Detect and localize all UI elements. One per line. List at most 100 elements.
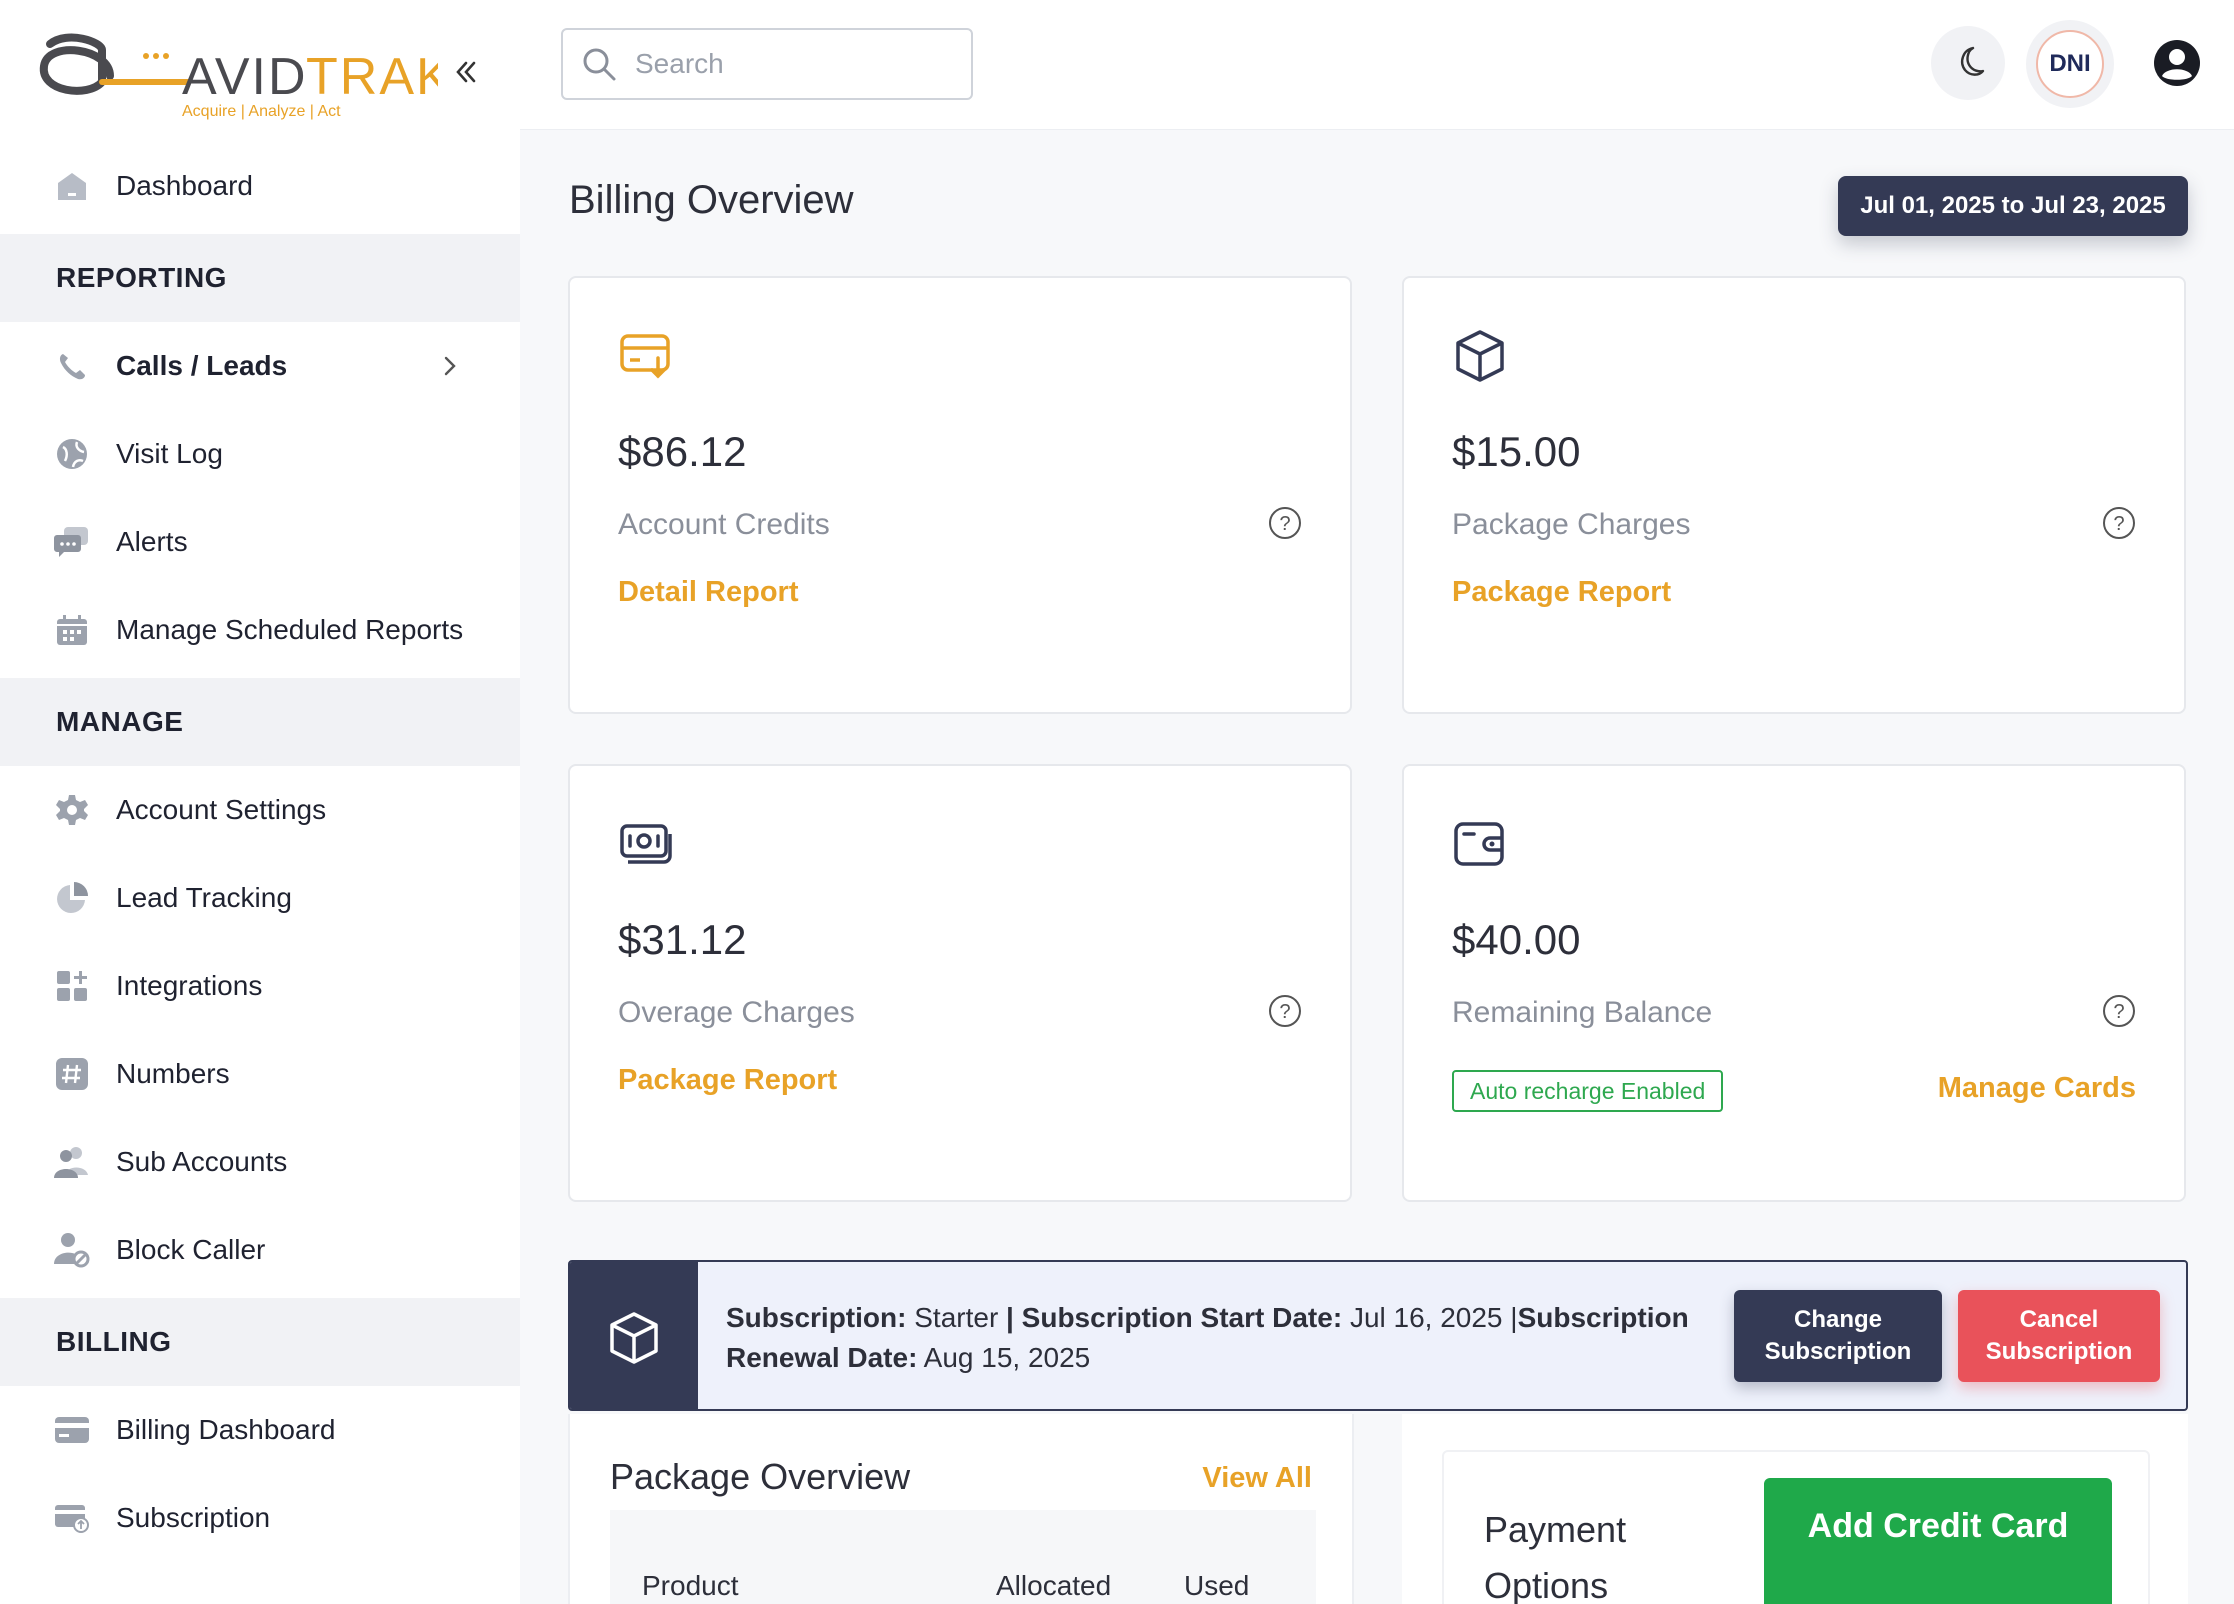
dni-badge: DNI [2036, 30, 2104, 98]
user-avatar-icon [2154, 40, 2200, 86]
dni-button[interactable]: DNI [2026, 20, 2114, 108]
date-range-picker[interactable]: Jul 01, 2025 to Jul 23, 2025 [1838, 176, 2188, 236]
subscription-details: Subscription: Starter | Subscription Sta… [726, 1298, 1726, 1378]
view-all-link[interactable]: View All [1202, 1462, 1312, 1495]
moon-icon [1961, 46, 1985, 76]
chat-bubble-icon [54, 524, 90, 560]
account-credits-card: $86.12 Account Credits ? Detail Report [568, 276, 1352, 714]
sidebar-item-alerts[interactable]: Alerts [0, 502, 520, 582]
help-icon[interactable]: ? [1268, 994, 1302, 1028]
sidebar-section-billing: BILLING [0, 1298, 520, 1386]
svg-text:?: ? [2113, 1001, 2124, 1023]
sidebar-item-dashboard[interactable]: Dashboard [0, 146, 520, 226]
help-icon[interactable]: ? [2102, 994, 2136, 1028]
remaining-balance-amount: $40.00 [1452, 916, 1581, 963]
sidebar-item-manage-scheduled-reports[interactable]: Manage Scheduled Reports [0, 590, 520, 670]
sidebar-item-numbers[interactable]: Numbers [0, 1034, 520, 1114]
search-icon [583, 48, 616, 81]
payment-options-panel: Payment Options Add Credit Card [1402, 1414, 2188, 1604]
sidebar-section-manage: MANAGE [0, 678, 520, 766]
sidebar-item-label: Subscription [116, 1502, 271, 1533]
search-input[interactable] [635, 48, 965, 80]
sidebar-item-label: Alerts [116, 526, 188, 557]
sidebar-item-lead-tracking[interactable]: Lead Tracking [0, 858, 520, 938]
sidebar-item-label: Sub Accounts [116, 1146, 288, 1177]
svg-text:?: ? [1279, 513, 1290, 535]
help-icon[interactable]: ? [2102, 506, 2136, 540]
box-icon [1456, 330, 1504, 382]
auto-recharge-badge: Auto recharge Enabled [1452, 1070, 1724, 1112]
change-subscription-button[interactable]: Change Subscription [1734, 1290, 1942, 1382]
sidebar-item-block-caller[interactable]: Block Caller [0, 1210, 520, 1290]
user-block-icon [54, 1232, 90, 1268]
double-chevron-left-icon [456, 61, 476, 83]
overage-charges-amount: $31.12 [618, 916, 747, 963]
sidebar-item-label: Manage Scheduled Reports [116, 614, 464, 645]
package-overview-panel: Package Overview View All Product Alloca… [568, 1414, 1354, 1604]
sidebar-item-label: Numbers [116, 1058, 230, 1089]
subscription-start-value: Jul 16, 2025 | [1349, 1302, 1518, 1333]
sidebar-item-label: Calls / Leads [116, 350, 288, 381]
column-header-allocated[interactable]: Allocated [996, 1570, 1111, 1602]
svg-text:?: ? [2113, 513, 2124, 535]
sidebar-item-integrations[interactable]: Integrations [0, 946, 520, 1026]
subscription-plan-label: Subscription: [726, 1302, 907, 1333]
sidebar-item-label: Lead Tracking [116, 882, 292, 913]
sidebar-section-reporting: REPORTING [0, 234, 520, 322]
box-icon [610, 1311, 658, 1364]
detail-report-link[interactable]: Detail Report [618, 576, 798, 609]
pie-chart-icon [54, 880, 90, 916]
add-credit-card-button[interactable]: Add Credit Card [1764, 1478, 2112, 1604]
cash-icon [620, 824, 672, 864]
sidebar-item-label: Visit Log [116, 438, 223, 469]
sidebar-item-label: Integrations [116, 970, 263, 1001]
manage-cards-link[interactable]: Manage Cards [1938, 1072, 2136, 1105]
logo-text-trak: TRAK [306, 48, 438, 106]
sidebar-item-account-settings[interactable]: Account Settings [0, 770, 520, 850]
overage-charges-label: Overage Charges [618, 996, 855, 1029]
calendar-icon [54, 612, 90, 648]
wallet-icon [1454, 822, 1504, 866]
subscription-start-label: | Subscription Start Date: [1006, 1302, 1343, 1333]
subscription-renewal-label-a: Subscription [1517, 1302, 1689, 1333]
subscription-renewal-value: Aug 15, 2025 [923, 1342, 1091, 1373]
search-box[interactable] [561, 28, 973, 100]
sidebar: AVID TRAK Acquire | Analyze | Act Dashbo… [0, 0, 520, 1604]
sidebar-item-subscription[interactable]: Subscription [0, 1478, 520, 1558]
sidebar-item-label: Block Caller [116, 1234, 266, 1265]
package-charges-amount: $15.00 [1452, 428, 1581, 475]
svg-text:?: ? [1279, 1001, 1290, 1023]
subscription-renewal-label-b: Renewal Date: [726, 1342, 918, 1373]
sidebar-item-visit-log[interactable]: Visit Log [0, 414, 520, 494]
logo-tagline: Acquire | Analyze | Act [182, 103, 341, 120]
payment-options-title: Payment Options [1484, 1509, 1627, 1604]
package-report-link[interactable]: Package Report [1452, 576, 1671, 609]
subscription-icon-panel [570, 1262, 698, 1409]
package-overview-title: Package Overview [610, 1456, 911, 1497]
page-title: Billing Overview [569, 178, 854, 222]
avidtrak-logo[interactable]: AVID TRAK Acquire | Analyze | Act [38, 22, 451, 132]
column-header-used[interactable]: Used [1184, 1570, 1249, 1602]
column-header-product[interactable]: Product [642, 1570, 739, 1602]
cancel-subscription-button[interactable]: Cancel Subscription [1958, 1290, 2160, 1382]
sidebar-item-calls-leads[interactable]: Calls / Leads [0, 326, 520, 406]
remaining-balance-label: Remaining Balance [1452, 996, 1713, 1029]
subscription-bar: Subscription: Starter | Subscription Sta… [568, 1260, 2188, 1411]
collapse-sidebar-button[interactable] [446, 52, 486, 92]
dark-mode-toggle[interactable] [1931, 26, 2005, 100]
home-icon [54, 168, 90, 204]
sidebar-item-billing-dashboard[interactable]: Billing Dashboard [0, 1390, 520, 1470]
user-profile-button[interactable] [2140, 26, 2214, 100]
sidebar-item-label: Dashboard [116, 170, 253, 201]
apps-grid-icon [54, 968, 90, 1004]
sidebar-item-sub-accounts[interactable]: Sub Accounts [0, 1122, 520, 1202]
package-report-link[interactable]: Package Report [618, 1064, 837, 1097]
globe-icon [54, 436, 90, 472]
help-icon[interactable]: ? [1268, 506, 1302, 540]
package-table-header: Product Allocated Used [610, 1510, 1316, 1604]
chevron-right-icon [440, 352, 460, 385]
gear-icon [54, 792, 90, 828]
logo-text-avid: AVID [182, 48, 308, 106]
subscription-plan-value: Starter [914, 1302, 999, 1333]
card-download-icon [620, 334, 670, 379]
